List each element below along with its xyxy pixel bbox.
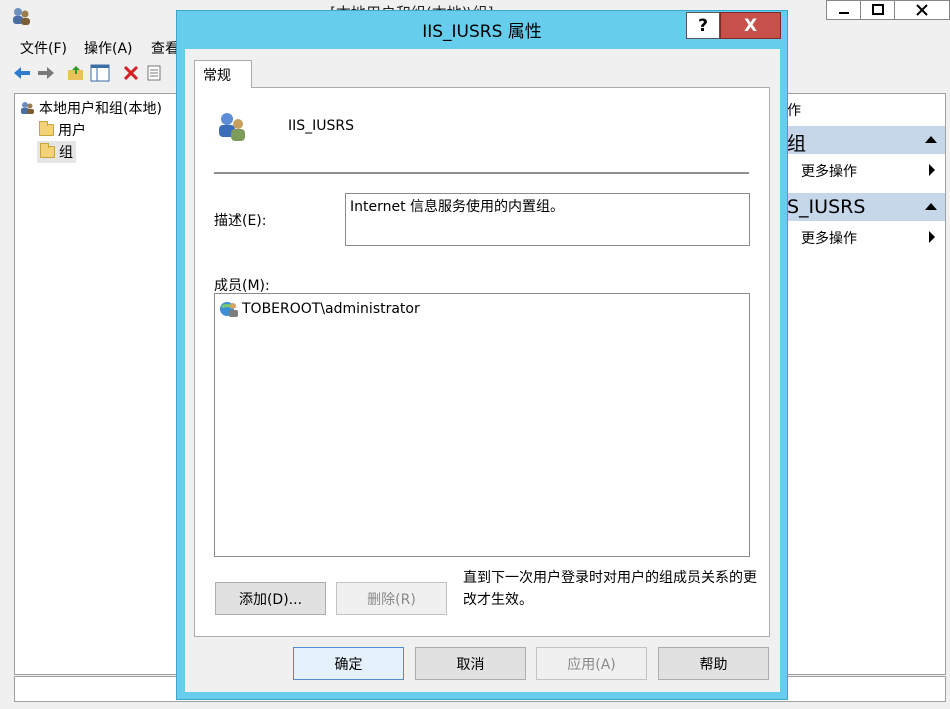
group-name: IIS_IUSRS	[288, 118, 355, 134]
maximize-icon	[871, 4, 884, 15]
remove-button[interactable]: 删除(R)	[336, 582, 447, 615]
folder-icon	[40, 143, 55, 158]
help-question-icon: ?	[698, 15, 708, 36]
minimize-icon	[838, 12, 849, 14]
description-label: 描述(E):	[214, 213, 267, 229]
dialog-help-button[interactable]: ?	[686, 12, 720, 39]
show-hide-tree-button[interactable]	[90, 63, 110, 83]
apply-button[interactable]: 应用(A)	[536, 647, 647, 680]
actions-more-actions-1[interactable]: 更多操作	[801, 161, 857, 181]
actions-section-groups[interactable]: 组	[787, 126, 945, 155]
delete-button[interactable]	[121, 63, 141, 83]
tree-item-groups-label: 组	[59, 145, 73, 161]
tree-item-groups[interactable]: 组	[37, 141, 76, 163]
tab-general[interactable]: 常规	[194, 60, 252, 88]
tree-root-label: 本地用户和组(本地)	[39, 101, 162, 117]
minimize-button[interactable]	[826, 0, 860, 20]
close-icon: X	[743, 15, 758, 36]
dialog-client-area: 常规 IIS_IUSRS 描述(E): Internet 信息服务使用的内置组。…	[185, 49, 780, 692]
separator-line	[214, 172, 749, 174]
domain-user-icon	[220, 302, 238, 317]
member-name: TOBEROOT\administrator	[242, 301, 420, 317]
collapse-arrow-icon	[925, 203, 937, 210]
actions-section-iis-iusrs[interactable]: S_IUSRS	[787, 193, 945, 221]
properties-icon	[147, 65, 161, 81]
console-tree-pane: 本地用户和组(本地) 用户 组	[14, 93, 178, 675]
help-button[interactable]: 帮助	[658, 647, 769, 680]
actions-section-groups-label: 组	[787, 133, 807, 155]
properties-button[interactable]	[144, 63, 164, 83]
submenu-arrow-icon	[929, 231, 935, 243]
actions-pane: 作 组 更多操作 S_IUSRS 更多操作	[786, 93, 946, 675]
ok-button[interactable]: 确定	[293, 647, 404, 680]
actions-section-iis-iusrs-label: S_IUSRS	[787, 196, 866, 218]
users-groups-app-icon	[13, 8, 30, 25]
general-tab-panel: IIS_IUSRS 描述(E): Internet 信息服务使用的内置组。 成员…	[194, 87, 770, 637]
actions-more-actions-2[interactable]: 更多操作	[801, 228, 857, 248]
collapse-arrow-icon	[925, 136, 937, 143]
cancel-button[interactable]: 取消	[415, 647, 526, 680]
back-arrow-icon	[14, 67, 30, 79]
maximize-button[interactable]	[860, 0, 894, 20]
close-button[interactable]	[894, 0, 950, 20]
description-field[interactable]: Internet 信息服务使用的内置组。	[345, 193, 750, 246]
add-button[interactable]: 添加(D)...	[215, 582, 326, 615]
submenu-arrow-icon	[929, 164, 935, 176]
back-button[interactable]	[12, 63, 32, 83]
delete-x-icon	[123, 65, 139, 81]
forward-arrow-icon	[38, 67, 54, 79]
users-groups-icon	[21, 102, 34, 114]
tree-root[interactable]: 本地用户和组(本地)	[19, 98, 162, 118]
members-list[interactable]: TOBEROOT\administrator	[214, 293, 750, 557]
tree-item-users[interactable]: 用户	[39, 120, 86, 140]
actions-pane-title: 作	[787, 103, 801, 119]
membership-note: 直到下一次用户登录时对用户的组成员关系的更改才生效。	[463, 570, 757, 608]
console-tree-icon	[90, 64, 110, 82]
close-icon	[916, 4, 928, 16]
forward-button[interactable]	[36, 63, 56, 83]
up-level-button[interactable]	[66, 63, 86, 83]
group-icon	[219, 113, 245, 141]
list-item[interactable]: TOBEROOT\administrator	[219, 299, 420, 319]
menu-view[interactable]: 查看	[151, 38, 179, 58]
folder-icon	[39, 121, 54, 136]
menu-action[interactable]: 操作(A)	[84, 38, 133, 58]
tree-item-users-label: 用户	[58, 123, 86, 139]
folder-up-icon	[68, 66, 83, 80]
members-label: 成员(M):	[214, 278, 270, 294]
properties-dialog: IIS_IUSRS 属性 ? X 常规 IIS_IUSRS 描述(E): Int…	[176, 10, 788, 700]
dialog-close-button[interactable]: X	[720, 12, 781, 39]
menu-file[interactable]: 文件(F)	[20, 38, 67, 58]
